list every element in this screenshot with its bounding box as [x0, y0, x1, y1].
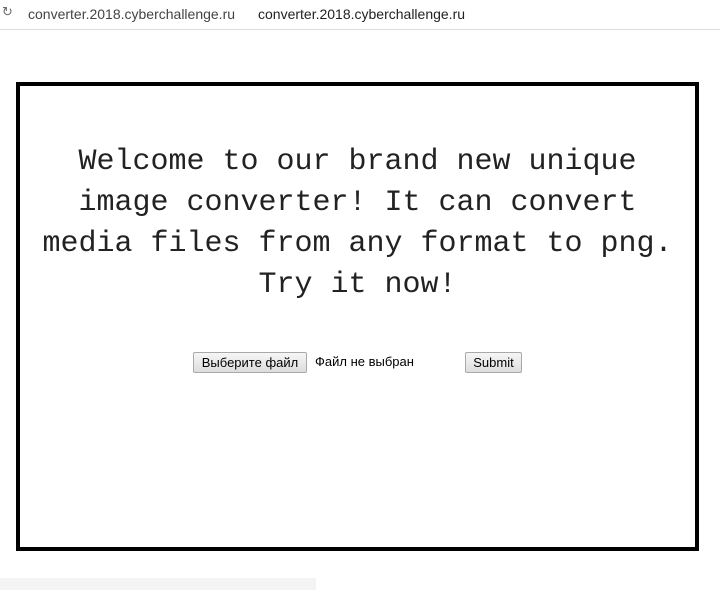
bottom-strip [0, 578, 316, 590]
choose-file-button[interactable]: Выберите файл [193, 352, 307, 373]
submit-button[interactable]: Submit [465, 352, 522, 373]
reload-icon[interactable]: ↻ [2, 5, 16, 21]
url-text[interactable]: converter.2018.cyberchallenge.ru [28, 6, 235, 22]
welcome-message: Welcome to our brand new unique image co… [42, 145, 673, 302]
browser-address-bar[interactable]: ↻ converter.2018.cyberchallenge.ru conve… [0, 0, 720, 30]
upload-form: Выберите файл Файл не выбран Submit [193, 348, 593, 373]
content-frame: Welcome to our brand new unique image co… [16, 82, 699, 551]
page-title-hint: converter.2018.cyberchallenge.ru [258, 6, 466, 22]
file-status-text: Файл не выбран [315, 354, 414, 369]
